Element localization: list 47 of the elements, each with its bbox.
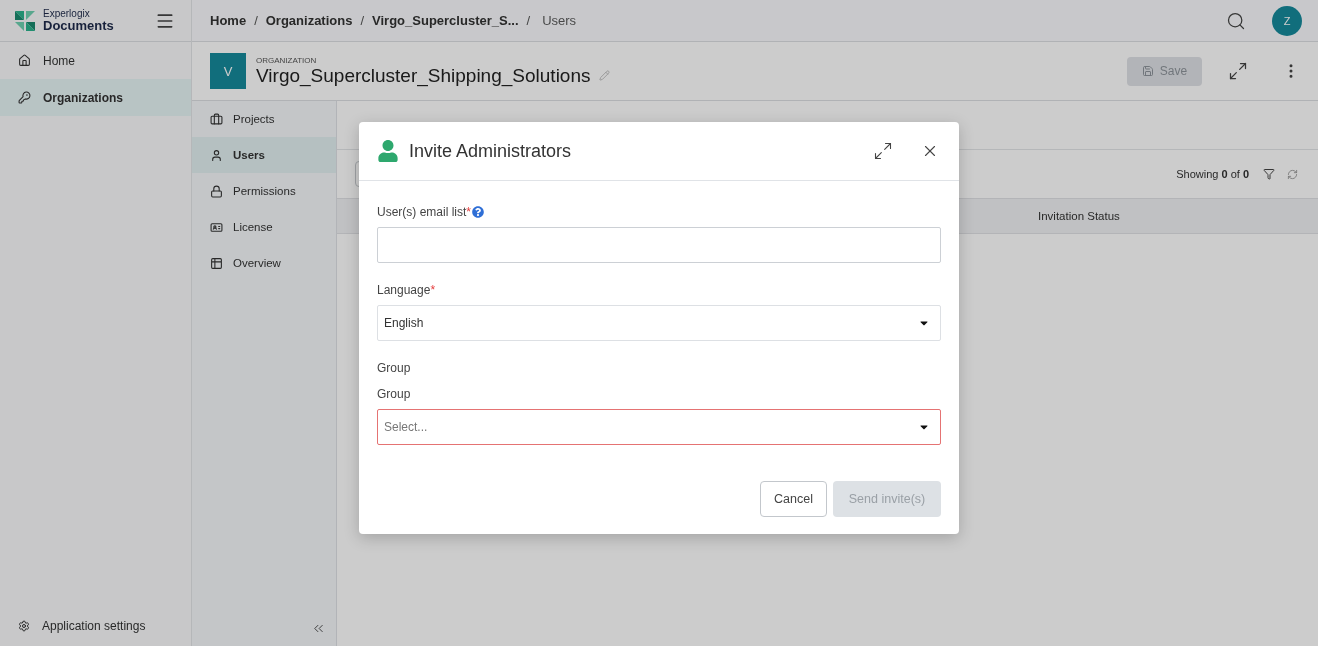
breadcrumb-separator: / <box>254 13 258 28</box>
user-avatar[interactable]: Z <box>1272 5 1302 36</box>
dropdown-field[interactable]: English <box>377 305 941 341</box>
person-icon <box>377 140 399 162</box>
sidebar-item[interactable]: Organizations <box>0 79 191 116</box>
section-label: Group <box>377 361 412 375</box>
brand-name: Documents <box>43 19 115 32</box>
grid-icon <box>210 256 223 270</box>
briefcase-icon <box>210 112 223 126</box>
required-mark: * <box>430 283 436 297</box>
showing-count: Showing 0 of 0 <box>1176 168 1249 180</box>
brand-tagline: Experlogix <box>43 9 91 19</box>
id-card-icon <box>210 220 223 234</box>
logo-icon <box>15 10 35 31</box>
organization-caption: ORGANIZATION <box>256 55 318 65</box>
settings-icon <box>18 619 30 632</box>
subnav-item[interactable]: Users <box>192 137 336 173</box>
email-list-field[interactable] <box>377 227 941 263</box>
organization-badge: V <box>210 53 246 89</box>
breadcrumb-separator: / <box>360 13 365 28</box>
breadcrumb-link[interactable]: Organizations <box>265 13 353 28</box>
sidebar-item[interactable]: Home <box>0 42 191 79</box>
field-label: Group <box>377 387 411 401</box>
subnav-item[interactable]: Permissions <box>192 173 336 209</box>
sidebar-item[interactable]: Application settings <box>0 607 191 644</box>
key-icon <box>18 91 31 104</box>
save-icon <box>1141 65 1154 77</box>
help-icon[interactable] <box>472 206 484 218</box>
lock-icon <box>210 184 223 198</box>
column-header: Invitation Status <box>1038 210 1120 222</box>
filter-icon[interactable] <box>1261 166 1277 182</box>
subnav-item[interactable]: License <box>192 209 336 245</box>
breadcrumb-link[interactable]: Virgo_Supercluster_S... <box>372 13 519 28</box>
subnav-item[interactable]: Overview <box>192 245 336 281</box>
required-mark: * <box>466 205 471 219</box>
breadcrumb-link[interactable]: Users <box>542 13 577 28</box>
cancel-button[interactable]: Cancel <box>760 481 827 517</box>
subnav-item[interactable]: Projects <box>192 101 336 137</box>
breadcrumb-separator: / <box>526 13 531 28</box>
user-icon <box>210 148 223 162</box>
dropdown-field[interactable]: Select... <box>377 409 941 445</box>
home-icon <box>18 54 31 67</box>
field-label: User(s) email list <box>377 205 467 219</box>
breadcrumb-link[interactable]: Home <box>210 13 247 28</box>
organization-name: Virgo_Supercluster_Shipping_Solutions <box>256 64 591 87</box>
dialog-title: Invite Administrators <box>409 140 573 162</box>
field-label: Language <box>377 283 431 297</box>
